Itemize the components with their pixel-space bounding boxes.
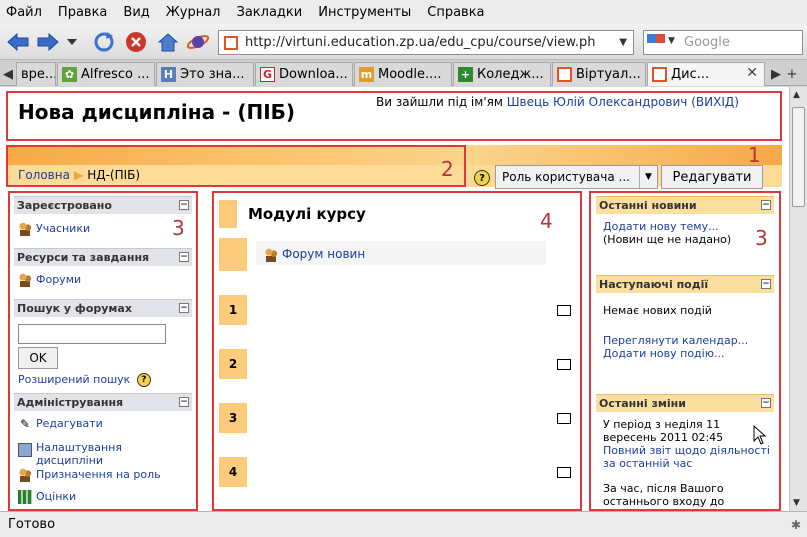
menu-history[interactable]: Журнал — [166, 5, 221, 20]
status-text: Готово — [8, 517, 56, 532]
scroll-down-icon[interactable]: ▼ — [793, 498, 800, 508]
address-bar[interactable]: http://virtuni.education.zp.ua/edu_cpu/c… — [218, 30, 634, 55]
tab-label: Коледж... — [477, 67, 544, 82]
status-bar: Готово ✱ — [0, 511, 807, 537]
annotation-box-left-column — [8, 191, 198, 511]
close-tab-icon[interactable]: ✕ — [746, 65, 758, 81]
tab-label: Moodle.... — [378, 67, 442, 82]
forward-button[interactable] — [36, 30, 60, 54]
tab-virtual[interactable]: Віртуал... — [552, 62, 646, 86]
tab-downloads[interactable]: G Downloa... — [255, 62, 353, 86]
role-select[interactable]: Роль користувача ... ▼ — [495, 165, 658, 189]
menu-bookmarks[interactable]: Закладки — [237, 5, 303, 20]
menubar: Файл Правка Вид Журнал Закладки Инструме… — [0, 0, 807, 24]
tab-1[interactable]: вре... — [16, 62, 56, 86]
history-dropdown[interactable] — [64, 30, 80, 54]
annotation-number-4: 4 — [540, 209, 553, 233]
scroll-up-icon[interactable]: ▲ — [793, 90, 800, 100]
annotation-number-3-left: 3 — [172, 216, 185, 240]
chevron-down-icon[interactable]: ▼ — [619, 37, 627, 48]
home-button[interactable] — [156, 30, 180, 54]
search-placeholder: Google — [684, 35, 730, 50]
tab-bar: ◀ вре... ✿ Alfresco ... H Это зна... G Down… — [0, 60, 807, 86]
annotation-number-3-right: 3 — [755, 226, 768, 250]
download-icon: G — [260, 67, 275, 82]
reload-button[interactable] — [92, 30, 116, 54]
moodle-icon: m — [359, 67, 374, 82]
back-button[interactable] — [6, 30, 30, 54]
forward-arrow-icon — [37, 32, 59, 52]
home-icon — [157, 33, 179, 52]
chevron-down-icon[interactable]: ▼ — [668, 36, 675, 46]
addon-button[interactable] — [186, 30, 210, 54]
role-select-value: Роль користувача ... — [502, 170, 630, 184]
alfresco-icon: ✿ — [62, 67, 77, 82]
menu-edit[interactable]: Правка — [58, 5, 107, 20]
annotation-box-navbar — [6, 145, 466, 187]
google-icon — [647, 34, 665, 52]
tab-label: Віртуал... — [576, 67, 641, 82]
new-tab-button[interactable]: + — [784, 64, 800, 84]
menu-view[interactable]: Вид — [123, 5, 149, 20]
navigation-toolbar: http://virtuni.education.zp.ua/edu_cpu/c… — [0, 24, 807, 60]
tab-label: Это зна... — [180, 67, 245, 82]
tabs-scroll-left-button[interactable]: ◀ — [0, 64, 16, 84]
annotation-box-right-column — [589, 191, 781, 511]
menu-tools[interactable]: Инструменты — [318, 5, 411, 20]
back-arrow-icon — [7, 32, 29, 52]
status-addon-icon[interactable]: ✱ — [791, 518, 801, 532]
tabs-scroll-right-button[interactable]: ▶ — [768, 64, 784, 84]
mouse-cursor-icon — [753, 425, 767, 445]
site-favicon — [224, 36, 238, 50]
tab-alfresco[interactable]: ✿ Alfresco ... — [57, 62, 155, 86]
tab-label: Alfresco ... — [81, 67, 150, 82]
scrollbar-thumb[interactable] — [792, 107, 805, 207]
college-icon: + — [458, 67, 473, 82]
annotation-box-center-column — [212, 191, 582, 511]
tab-active-discipline[interactable]: Дис... ✕ — [647, 62, 765, 86]
tab-college[interactable]: + Коледж... — [453, 62, 551, 86]
site-favicon — [557, 67, 572, 82]
menu-file[interactable]: Файл — [6, 5, 42, 20]
tab-label: вре... — [21, 67, 56, 82]
search-box[interactable]: ▼ Google — [643, 30, 803, 55]
address-text: http://virtuni.education.zp.ua/edu_cpu/c… — [245, 35, 596, 50]
page-icon: H — [161, 67, 176, 82]
edit-button[interactable]: Редагувати — [661, 165, 763, 189]
stop-icon — [126, 32, 146, 52]
tab-label: Downloa... — [279, 67, 348, 82]
planet-icon — [186, 35, 210, 49]
vertical-scrollbar[interactable]: ▲ ▼ — [789, 87, 807, 511]
annotation-number-2: 2 — [441, 157, 454, 181]
page-content: Нова дисципліна - (ПІБ) Ви зайшли під ім… — [0, 87, 789, 511]
site-favicon — [652, 67, 667, 82]
chevron-down-icon: ▼ — [639, 166, 657, 188]
tab-moodle[interactable]: m Moodle.... — [354, 62, 452, 86]
chevron-down-icon — [67, 39, 77, 45]
tab-eto[interactable]: H Это зна... — [156, 62, 254, 86]
stop-button[interactable] — [124, 30, 148, 54]
menu-help[interactable]: Справка — [427, 5, 484, 20]
reload-icon — [94, 32, 114, 52]
annotation-box-header — [6, 91, 782, 141]
tab-label: Дис... — [671, 67, 710, 82]
annotation-number-1: 1 — [748, 143, 761, 167]
help-icon[interactable]: ? — [474, 170, 490, 186]
